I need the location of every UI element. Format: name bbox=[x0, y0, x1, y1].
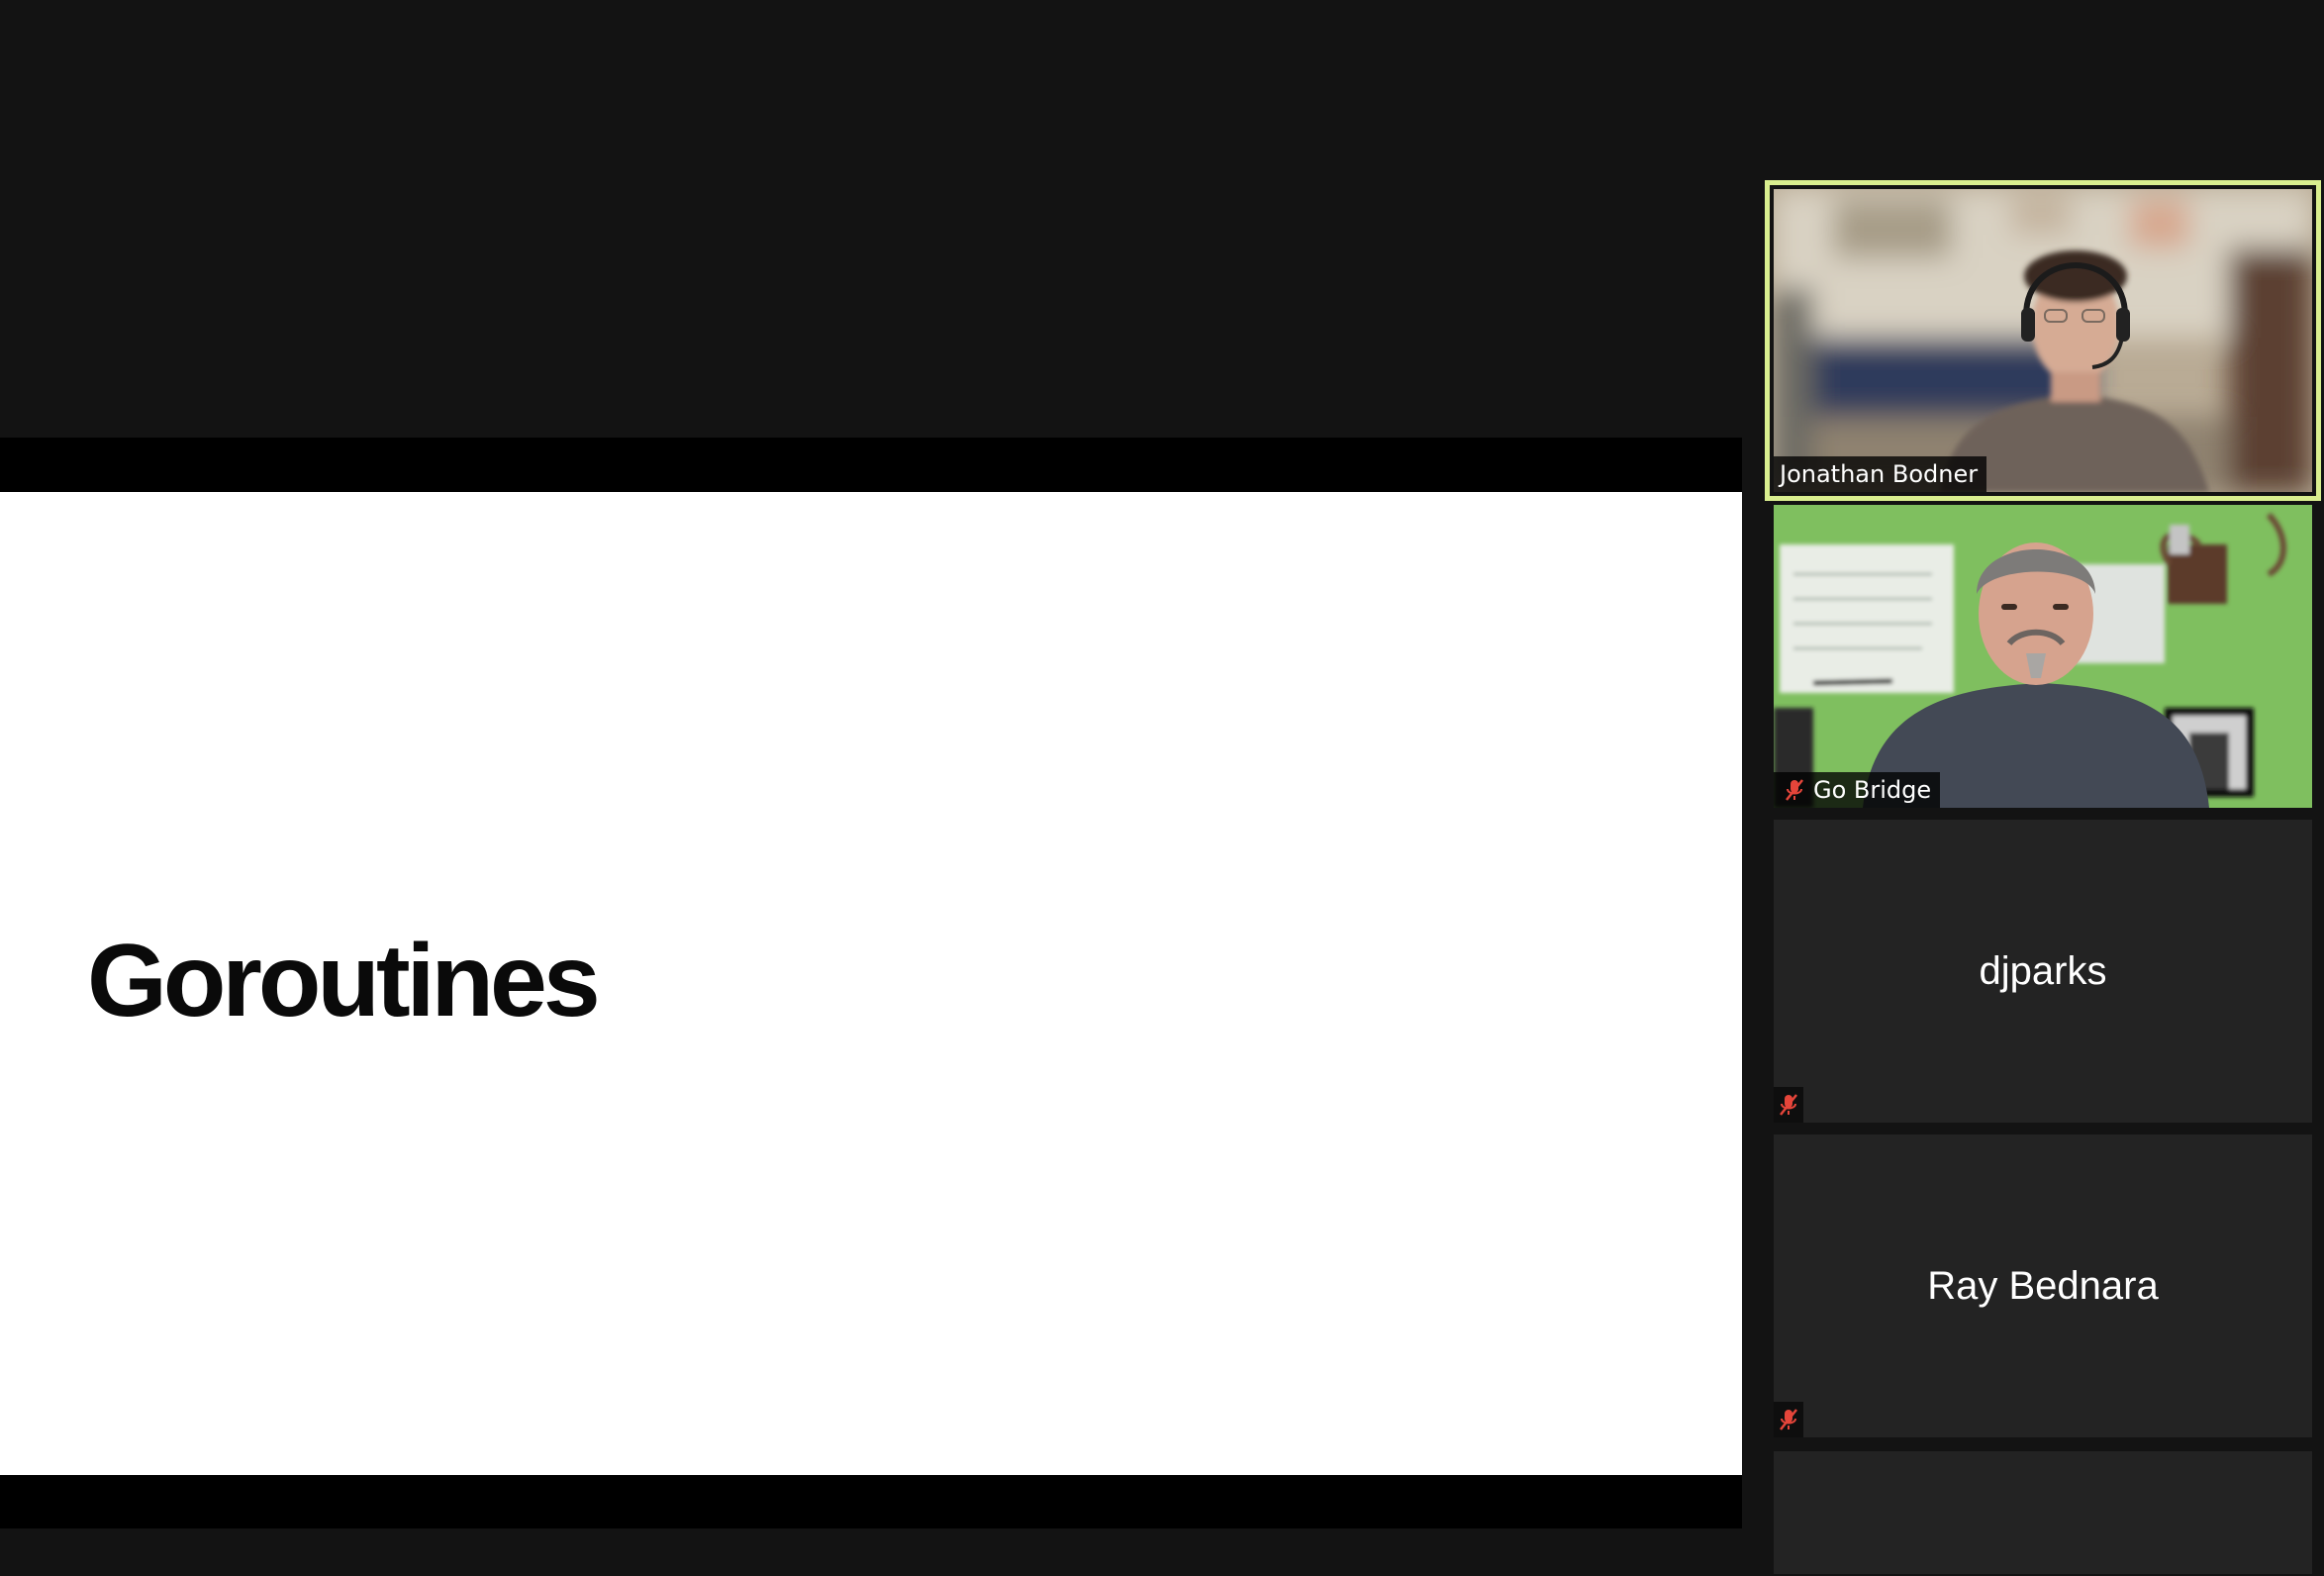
participant-name: Jonathan Bodner bbox=[1780, 460, 1979, 488]
shared-screen: Goroutines bbox=[0, 438, 1742, 1528]
participant-tile[interactable]: djparks bbox=[1774, 820, 2312, 1123]
participant-name: Go Bridge bbox=[1813, 776, 1932, 804]
participant-tile[interactable]: Go Bridge bbox=[1774, 505, 2312, 808]
presentation-slide: Goroutines bbox=[0, 492, 1742, 1475]
participant-tile[interactable]: Ray Bednara bbox=[1774, 1134, 2312, 1437]
participant-name: djparks bbox=[1979, 948, 2107, 993]
participant-name: Ray Bednara bbox=[1927, 1263, 2159, 1308]
microphone-muted-icon bbox=[1774, 1087, 1803, 1123]
participant-video bbox=[1774, 189, 2312, 492]
meeting-window: Goroutines Jonathan Bodner Go Bridge djp… bbox=[0, 0, 2324, 1576]
microphone-muted-icon bbox=[1780, 772, 1809, 808]
microphone-muted-icon bbox=[1774, 1402, 1803, 1437]
participant-name-tag: Go Bridge bbox=[1774, 772, 1941, 808]
slide-title: Goroutines bbox=[87, 924, 601, 1038]
participant-tile[interactable]: Jonathan Bodner bbox=[1765, 180, 2321, 501]
participant-name-tag: Jonathan Bodner bbox=[1774, 456, 1987, 492]
participant-tile[interactable] bbox=[1774, 1451, 2312, 1574]
participant-video bbox=[1774, 505, 2312, 808]
